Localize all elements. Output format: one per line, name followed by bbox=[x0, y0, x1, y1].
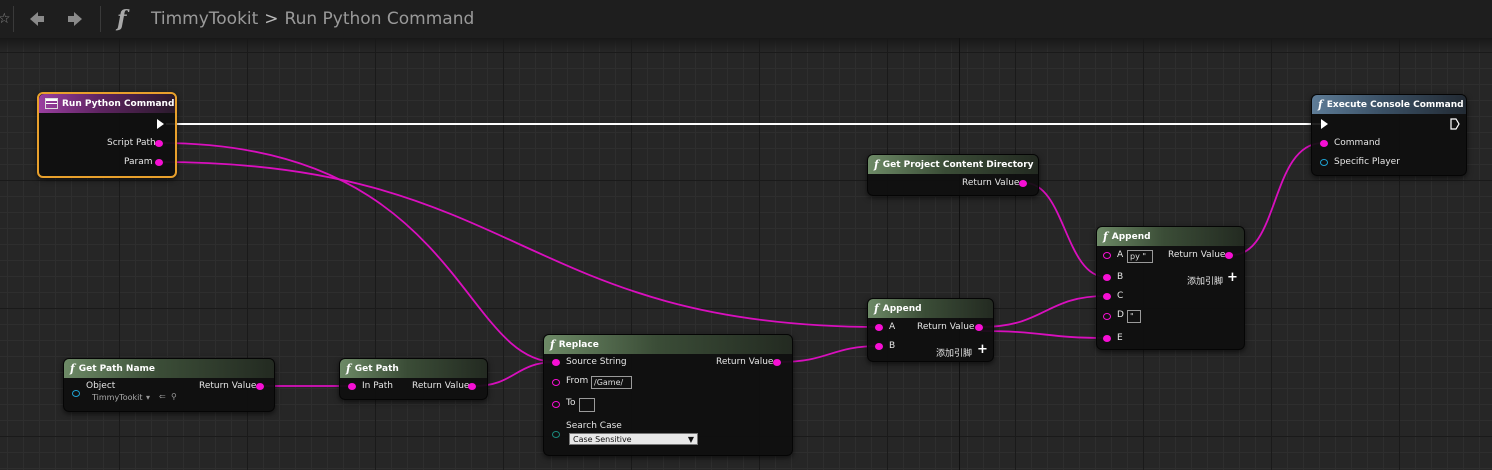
pin-label-a: A bbox=[1117, 250, 1124, 260]
pin-return-value[interactable] bbox=[1019, 180, 1027, 187]
add-pin-plus-icon[interactable]: + bbox=[1227, 270, 1238, 285]
exec-out-pin[interactable] bbox=[1450, 118, 1460, 130]
pin-label-in-path: In Path bbox=[362, 381, 393, 391]
node-get-path[interactable]: f Get Path bbox=[339, 358, 488, 400]
pin-e[interactable] bbox=[1103, 335, 1111, 342]
pin-a-input[interactable]: py " bbox=[1127, 250, 1153, 263]
pin-from-input[interactable]: /Game/ bbox=[591, 376, 632, 389]
pin-to-input[interactable] bbox=[579, 398, 595, 412]
pin-search-case[interactable] bbox=[552, 431, 560, 438]
wire-append1-to-append2-e bbox=[980, 330, 1107, 339]
node-title: Replace bbox=[558, 339, 599, 350]
pin-label-command: Command bbox=[1334, 138, 1381, 148]
object-picker-value[interactable]: TimmyTookit bbox=[92, 393, 143, 402]
wire-append2-to-command bbox=[1231, 142, 1324, 256]
function-icon: f bbox=[346, 362, 351, 375]
node-header: f Get Path bbox=[340, 359, 487, 378]
node-title: Get Project Content Directory bbox=[882, 159, 1034, 170]
pin-label-return-value: Return Value bbox=[199, 381, 257, 391]
node-title: Get Path Name bbox=[78, 363, 156, 374]
pin-label-b: B bbox=[1117, 272, 1124, 282]
pin-label-d: D bbox=[1117, 310, 1124, 320]
wire-append1-to-append2-c bbox=[980, 295, 1107, 328]
node-append-2[interactable]: f Append bbox=[1096, 226, 1245, 350]
pin-label-c: C bbox=[1117, 291, 1124, 301]
pin-param[interactable] bbox=[155, 159, 163, 166]
function-icon: f bbox=[874, 158, 879, 171]
pin-label-b: B bbox=[889, 341, 896, 351]
pin-return-value[interactable] bbox=[1225, 252, 1233, 259]
pin-label-from: From bbox=[566, 376, 589, 386]
node-title: Append bbox=[1111, 231, 1151, 242]
pin-label-return-value: Return Value bbox=[1168, 250, 1226, 260]
function-icon: f bbox=[874, 302, 879, 315]
node-get-project-content-directory[interactable]: f Get Project Content Directory bbox=[867, 154, 1039, 196]
node-header: f Get Path Name bbox=[64, 359, 274, 378]
node-header: f Append bbox=[1097, 227, 1244, 246]
pin-a[interactable] bbox=[875, 324, 883, 331]
pin-label-a: A bbox=[889, 322, 896, 332]
add-pin-label[interactable]: 添加引脚 bbox=[1187, 274, 1223, 287]
pin-return-value[interactable] bbox=[468, 383, 476, 390]
chevron-down-icon[interactable]: ▾ bbox=[146, 393, 150, 402]
pin-specific-player[interactable] bbox=[1320, 159, 1328, 166]
pin-return-value[interactable] bbox=[256, 383, 264, 390]
pin-label-return-value: Return Value bbox=[412, 381, 470, 391]
pin-d-input[interactable]: " bbox=[1127, 310, 1141, 323]
exec-in-pin[interactable] bbox=[1321, 119, 1328, 129]
chevron-down-icon: ▼ bbox=[687, 435, 694, 444]
pin-from[interactable] bbox=[552, 379, 560, 386]
function-icon: f bbox=[1318, 98, 1323, 111]
pin-label-search-case: Search Case bbox=[566, 421, 622, 431]
pin-label-e: E bbox=[1117, 333, 1123, 343]
add-pin-plus-icon[interactable]: + bbox=[977, 342, 988, 357]
pin-label-return-value: Return Value bbox=[716, 357, 774, 367]
pin-label-source-string: Source String bbox=[566, 357, 627, 367]
pin-label-object: Object bbox=[86, 381, 116, 391]
wire-replace-to-append1-b bbox=[778, 345, 881, 363]
exec-out-pin[interactable] bbox=[157, 119, 164, 129]
node-title: Run Python Command bbox=[62, 98, 175, 109]
function-icon: f bbox=[1103, 230, 1108, 243]
add-pin-label[interactable]: 添加引脚 bbox=[936, 346, 972, 359]
node-title: Execute Console Command bbox=[1326, 99, 1464, 110]
pin-source-string[interactable] bbox=[552, 359, 560, 366]
node-header: f Append bbox=[868, 299, 993, 318]
pin-to[interactable] bbox=[552, 401, 560, 408]
search-case-dropdown[interactable]: Case Sensitive ▼ bbox=[569, 433, 698, 445]
pin-label-return-value: Return Value bbox=[962, 178, 1020, 188]
node-header: Run Python Command bbox=[39, 94, 175, 113]
pin-return-value[interactable] bbox=[975, 324, 983, 331]
pin-label-script-path: Script Path bbox=[107, 138, 156, 148]
function-icon: f bbox=[550, 338, 555, 351]
node-header: f Execute Console Command bbox=[1312, 95, 1466, 114]
pin-label-to: To bbox=[566, 398, 576, 408]
pin-script-path[interactable] bbox=[155, 140, 163, 147]
node-title: Append bbox=[882, 303, 922, 314]
browse-search-icon[interactable]: ⚲ bbox=[171, 392, 177, 401]
wire-scriptpath-to-replace-source bbox=[159, 142, 557, 363]
wire-param-to-append1-a bbox=[159, 161, 881, 328]
pin-d[interactable] bbox=[1103, 313, 1111, 320]
pin-label-param: Param bbox=[124, 157, 153, 167]
node-header: f Replace bbox=[544, 335, 792, 354]
pin-b[interactable] bbox=[1103, 274, 1111, 281]
search-case-value: Case Sensitive bbox=[573, 435, 632, 444]
event-icon bbox=[45, 98, 58, 109]
use-selected-arrow-icon[interactable]: ⇐ bbox=[159, 392, 166, 401]
node-header: f Get Project Content Directory bbox=[868, 155, 1038, 174]
pin-in-path[interactable] bbox=[348, 383, 356, 390]
pin-b[interactable] bbox=[875, 343, 883, 350]
pin-label-return-value: Return Value bbox=[917, 322, 975, 332]
pin-label-specific-player: Specific Player bbox=[1334, 157, 1400, 167]
pin-c[interactable] bbox=[1103, 293, 1111, 300]
pin-a[interactable] bbox=[1103, 252, 1111, 259]
pin-return-value[interactable] bbox=[773, 359, 781, 366]
pin-object[interactable] bbox=[72, 390, 80, 397]
pin-command[interactable] bbox=[1320, 140, 1328, 147]
function-icon: f bbox=[70, 362, 75, 375]
wire-contentdir-to-append2-b bbox=[1024, 182, 1107, 278]
node-title: Get Path bbox=[354, 363, 399, 374]
